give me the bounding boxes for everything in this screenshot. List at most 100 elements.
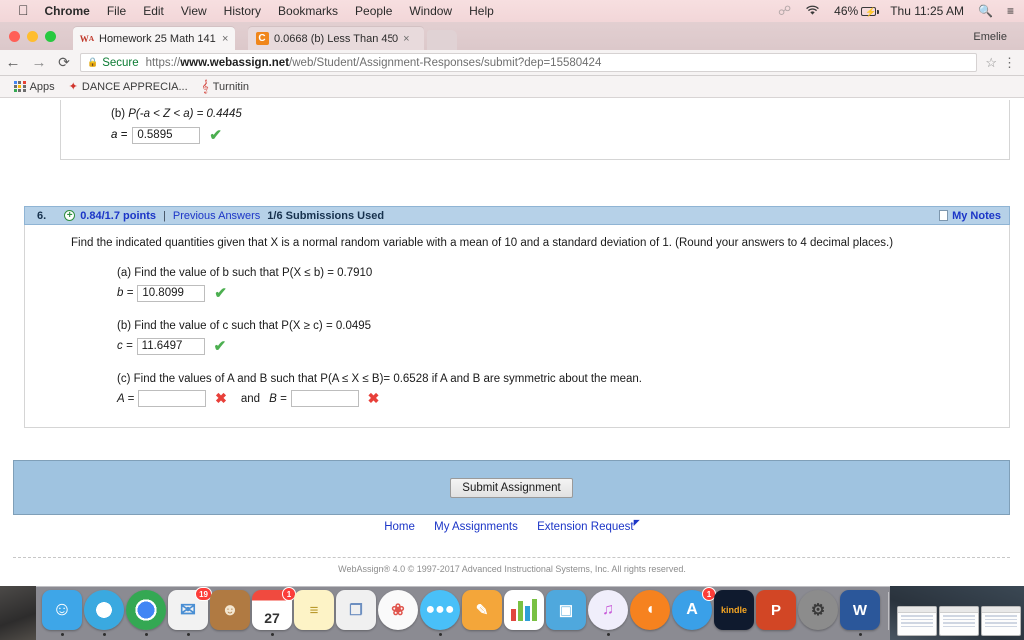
menu-item-file[interactable]: File (107, 4, 126, 18)
dock-running-indicator (691, 633, 694, 636)
dock-window-document[interactable] (939, 606, 979, 636)
menu-item-bookmarks[interactable]: Bookmarks (278, 4, 338, 18)
menu-item-view[interactable]: View (181, 4, 207, 18)
chrome-menu-icon[interactable]: ⋮ (1003, 55, 1016, 71)
menu-item-window[interactable]: Window (409, 4, 452, 18)
dock-item-contacts[interactable]: ☻ (210, 590, 250, 636)
photos-icon[interactable]: ❀ (378, 590, 418, 630)
contacts-icon[interactable]: ☻ (210, 590, 250, 630)
pages-icon[interactable]: ✎ (462, 590, 502, 630)
url-host: www.webassign.net (180, 56, 290, 69)
browser-tab-1[interactable]: WA Homework 25 Math 141 (Sect × (73, 27, 235, 50)
numbers-icon[interactable] (504, 590, 544, 630)
calendar-icon[interactable]: 27 1 (252, 587, 296, 630)
dock-item-pages[interactable]: ✎ (462, 590, 502, 636)
chrome-icon[interactable] (126, 590, 166, 630)
dock-item-numbers[interactable] (504, 590, 544, 636)
powerpoint-icon[interactable]: P (756, 590, 796, 630)
keynote-icon[interactable]: ▣ (546, 590, 586, 630)
menu-item-help[interactable]: Help (469, 4, 494, 18)
dock-item-news[interactable]: ❐ (336, 590, 376, 636)
plus-circle-icon: + (64, 210, 76, 221)
part-b-answer-input[interactable] (136, 337, 205, 355)
minimize-window-button[interactable] (27, 31, 38, 42)
apple-icon[interactable]:  (18, 3, 29, 17)
footer-link-extension-request[interactable]: Extension Request◤ (537, 518, 640, 533)
part-a-answer-input[interactable] (137, 284, 206, 302)
browser-tab-2-close-icon[interactable]: × (403, 33, 409, 45)
notes-icon[interactable]: ≡ (294, 590, 334, 630)
reload-button[interactable]: ⟳ (52, 54, 76, 71)
dock-window-mail[interactable] (981, 606, 1021, 636)
dock-item-photos[interactable]: ❀ (378, 590, 418, 636)
browser-tab-2[interactable]: C 0.0668 (b) Less Than 450 Hr 0 × (248, 27, 424, 50)
new-tab-button[interactable] (427, 30, 457, 50)
bookmark-turnitin[interactable]: 𝄞 Turnitin (202, 79, 249, 94)
clock[interactable]: Thu 11:25 AM (890, 4, 964, 18)
search-icon[interactable]: 🔍 (978, 4, 993, 18)
bookmark-dance-appreciation[interactable]: ✦ DANCE APPRECIA... (68, 80, 188, 94)
app-store-icon[interactable]: A1 (672, 587, 716, 630)
safari-icon[interactable] (84, 590, 124, 630)
word-icon[interactable]: W (840, 590, 880, 630)
messages-icon[interactable]: ●●● (420, 590, 460, 630)
dock-window-calendar[interactable] (897, 606, 937, 636)
question-points[interactable]: 0.84/1.7 points (80, 210, 156, 222)
dock-item-finder[interactable]: ☺ (42, 590, 82, 636)
close-window-button[interactable] (9, 31, 20, 42)
battery-indicator[interactable]: 46% ⚡ (834, 4, 879, 18)
bookmark-star-icon[interactable]: ☆ (985, 55, 997, 71)
dock-item-chrome[interactable] (126, 590, 166, 636)
part-c-answer-input-b[interactable] (290, 390, 359, 407)
mail-icon[interactable]: ✉ 19 (168, 587, 212, 630)
finder-icon[interactable]: ☺ (42, 590, 82, 630)
wifi-icon[interactable] (805, 4, 820, 19)
part-c-answer-input-a[interactable] (138, 390, 207, 407)
itunes-icon[interactable]: ♫ (588, 590, 628, 630)
previous-answer-input[interactable] (132, 126, 201, 144)
dock-item-calendar[interactable]: 27 1 (252, 587, 296, 636)
footer-link-my-assignments[interactable]: My Assignments (434, 521, 518, 533)
dock-item-keynote[interactable]: ▣ (546, 590, 586, 636)
question-part-b: (b) Find the value of c such that P(X ≥ … (117, 320, 1009, 355)
part-a-text: Find the value of b such that P(X ≤ b) =… (134, 267, 373, 279)
dock-item-itunes[interactable]: ♫ (588, 590, 628, 636)
footer-link-home[interactable]: Home (384, 521, 415, 533)
menu-item-history[interactable]: History (224, 4, 261, 18)
chrome-toolbar: ← → ⟳ 🔒 Secure https:// www.webassign.ne… (0, 50, 1024, 76)
battery-percent-label: 46% (834, 4, 859, 18)
dock-item-kindle[interactable]: kindle (714, 590, 754, 636)
previous-answers-link[interactable]: Previous Answers (173, 210, 260, 222)
address-bar[interactable]: 🔒 Secure https:// www.webassign.net /web… (80, 53, 978, 72)
news-icon[interactable]: ❐ (336, 590, 376, 630)
browser-tab-2-title: 0.0668 (b) Less Than 450 Hr (274, 32, 392, 45)
back-button[interactable]: ← (0, 54, 26, 71)
kindle-icon[interactable]: kindle (714, 590, 754, 630)
notification-list-icon[interactable]: ≡ (1007, 4, 1014, 18)
check-icon: ✔ (209, 127, 222, 144)
dock-item-app-store[interactable]: A1 (672, 587, 716, 636)
dock-item-safari[interactable] (84, 590, 124, 636)
ibooks-icon[interactable]: ◖ (630, 590, 670, 630)
menu-item-people[interactable]: People (355, 4, 392, 18)
dock-item-word[interactable]: W (840, 590, 880, 636)
submit-assignment-button[interactable]: Submit Assignment (450, 477, 573, 498)
dock-item-notes[interactable]: ≡ (294, 590, 334, 636)
dock-item-messages[interactable]: ●●● (420, 590, 460, 636)
bookmark-apps[interactable]: Apps (14, 81, 55, 93)
dock-item-powerpoint[interactable]: P (756, 590, 796, 636)
dock-item-ibooks[interactable]: ◖ (630, 590, 670, 636)
dock-item-system-preferences[interactable]: ⚙ (798, 590, 838, 636)
browser-tab-1-close-icon[interactable]: × (222, 33, 228, 45)
my-notes-button[interactable]: My Notes (939, 210, 1001, 222)
maximize-window-button[interactable] (45, 31, 56, 42)
dance-appreciation-icon: ✦ (68, 81, 78, 93)
menu-item-chrome[interactable]: Chrome (45, 4, 90, 18)
dock-item-mail[interactable]: ✉ 19 (168, 587, 212, 636)
bluetooth-icon[interactable]: ☍ (778, 3, 791, 19)
system-preferences-icon[interactable]: ⚙ (798, 590, 838, 630)
lock-icon: 🔒 (87, 57, 99, 67)
profile-button[interactable]: Emelie (966, 28, 1014, 46)
menu-item-edit[interactable]: Edit (143, 4, 164, 18)
forward-button[interactable]: → (26, 54, 52, 71)
